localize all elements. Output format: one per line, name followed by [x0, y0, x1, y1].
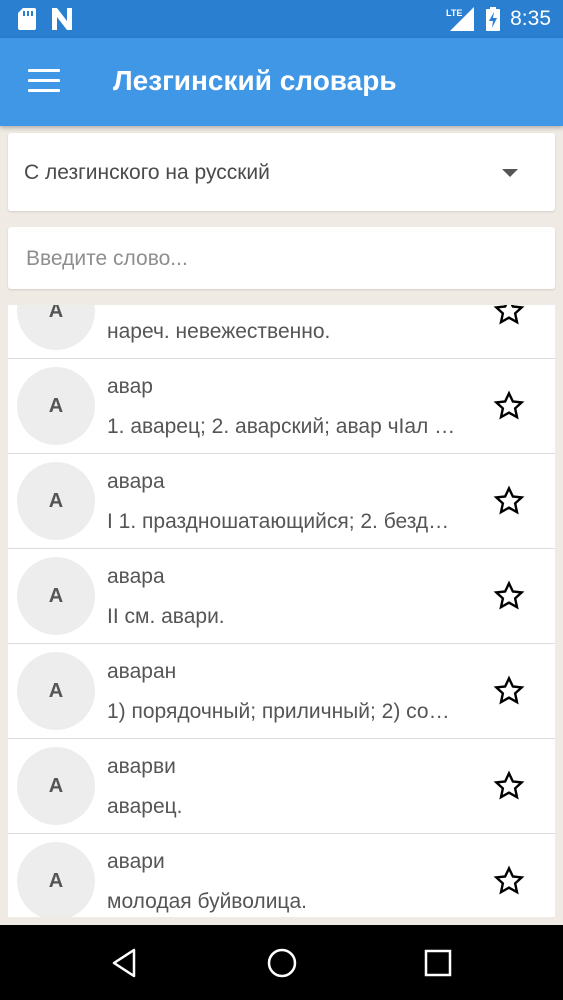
list-item[interactable]: Ааварви аварец.: [8, 739, 555, 834]
navigation-bar: [0, 925, 563, 1000]
entry-definition: 1. аварец; 2. аварский; авар чIал аварск…: [107, 415, 459, 438]
entry-word: аваран: [107, 660, 177, 683]
letter-avatar: А: [17, 747, 95, 825]
language-selector-value: С лезгинского на русский: [24, 161, 270, 184]
entry-definition: 1) порядочный; приличный; 2) состоятельн…: [107, 700, 459, 723]
favorite-star-icon[interactable]: [493, 770, 525, 802]
favorite-star-icon[interactable]: [493, 305, 525, 327]
word-list-inner: Ааваданнареч. невежественно.Аавар1. авар…: [8, 305, 555, 917]
entry-definition: аварец.: [107, 795, 183, 818]
list-item[interactable]: Аавара I 1. праздношатающийся; 2. бездель…: [8, 454, 555, 549]
favorite-star-icon[interactable]: [493, 485, 525, 517]
list-item[interactable]: Ааваран 1) порядочный; приличный; 2) сост…: [8, 644, 555, 739]
n-notification-icon: [52, 8, 72, 30]
search-input[interactable]: [24, 227, 538, 291]
back-icon[interactable]: [108, 945, 144, 981]
hamburger-menu-icon[interactable]: [28, 69, 60, 93]
entry-definition: II см. авари.: [107, 605, 225, 628]
svg-text:LTE: LTE: [446, 8, 462, 18]
letter-avatar: А: [17, 557, 95, 635]
lte-signal-icon: LTE: [446, 7, 475, 31]
language-selector[interactable]: С лезгинского на русский: [8, 133, 555, 211]
favorite-star-icon[interactable]: [493, 865, 525, 897]
entry-definition: молодая буйволица.: [107, 890, 307, 913]
sd-card-icon: [18, 8, 36, 30]
app-title: Лезгинский словарь: [113, 65, 397, 96]
status-bar: LTE 8:35: [0, 0, 563, 38]
favorite-star-icon[interactable]: [493, 675, 525, 707]
letter-avatar: А: [17, 462, 95, 540]
letter-avatar: А: [17, 367, 95, 445]
list-item[interactable]: Ааваданнареч. невежественно.: [8, 305, 555, 359]
status-time: 8:35: [510, 7, 551, 30]
app-bar: Лезгинский словарь: [0, 38, 563, 126]
dropdown-arrow-icon[interactable]: [502, 169, 518, 177]
entry-word: авара: [107, 470, 165, 493]
entry-definition: нареч. невежественно.: [107, 320, 331, 343]
home-icon[interactable]: [264, 945, 300, 981]
recents-icon[interactable]: [420, 945, 456, 981]
entry-definition: I 1. праздношатающийся; 2. бездельник.: [107, 510, 459, 533]
search-card: [8, 227, 555, 291]
entry-word: авари: [107, 850, 165, 873]
letter-avatar: А: [17, 305, 95, 350]
list-item[interactable]: Аавар 1. аварец; 2. аварский; авар чIал а…: [8, 359, 555, 454]
entry-word: авара: [107, 565, 165, 588]
favorite-star-icon[interactable]: [493, 390, 525, 422]
entry-word: авар: [107, 375, 153, 398]
favorite-star-icon[interactable]: [493, 580, 525, 612]
list-item[interactable]: Аавари молодая буйволица.: [8, 834, 555, 917]
list-item[interactable]: Аавара II см. авари.: [8, 549, 555, 644]
letter-avatar: А: [17, 652, 95, 730]
battery-charging-icon: [486, 7, 501, 31]
word-list[interactable]: Ааваданнареч. невежественно.Аавар1. авар…: [8, 305, 555, 917]
entry-word: аварви: [107, 755, 176, 778]
letter-avatar: А: [17, 842, 95, 917]
